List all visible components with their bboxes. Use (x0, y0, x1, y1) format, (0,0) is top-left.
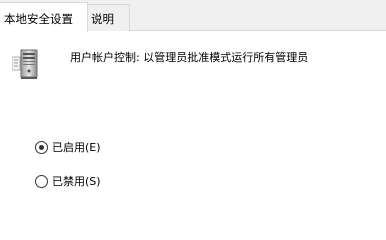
policy-title: 用户帐户控制: 以管理员批准模式运行所有管理员 (70, 51, 309, 64)
disabled-radio-option[interactable]: 已禁用(S) (35, 173, 101, 189)
tab-strip: 本地安全设置 说明 (0, 0, 386, 32)
enabled-radio-option[interactable]: 已启用(E) (35, 139, 101, 155)
enabled-radio-label[interactable]: 已启用(E) (52, 139, 101, 155)
server-computer-icon (11, 48, 42, 80)
tab-local-security-setting-label: 本地安全设置 (4, 12, 73, 26)
tab-local-security-setting[interactable]: 本地安全设置 (0, 2, 88, 32)
tab-explain-label: 说明 (91, 12, 114, 26)
policy-properties-panel: 本地安全设置 说明 用户帐户控制: 以管理员批准模式运行所有管理员 已启用(E)… (0, 0, 386, 240)
enabled-radio-button[interactable] (35, 140, 48, 154)
disabled-radio-label[interactable]: 已禁用(S) (52, 173, 101, 189)
tab-explain[interactable]: 说明 (88, 4, 130, 31)
disabled-radio-button[interactable] (35, 174, 48, 188)
